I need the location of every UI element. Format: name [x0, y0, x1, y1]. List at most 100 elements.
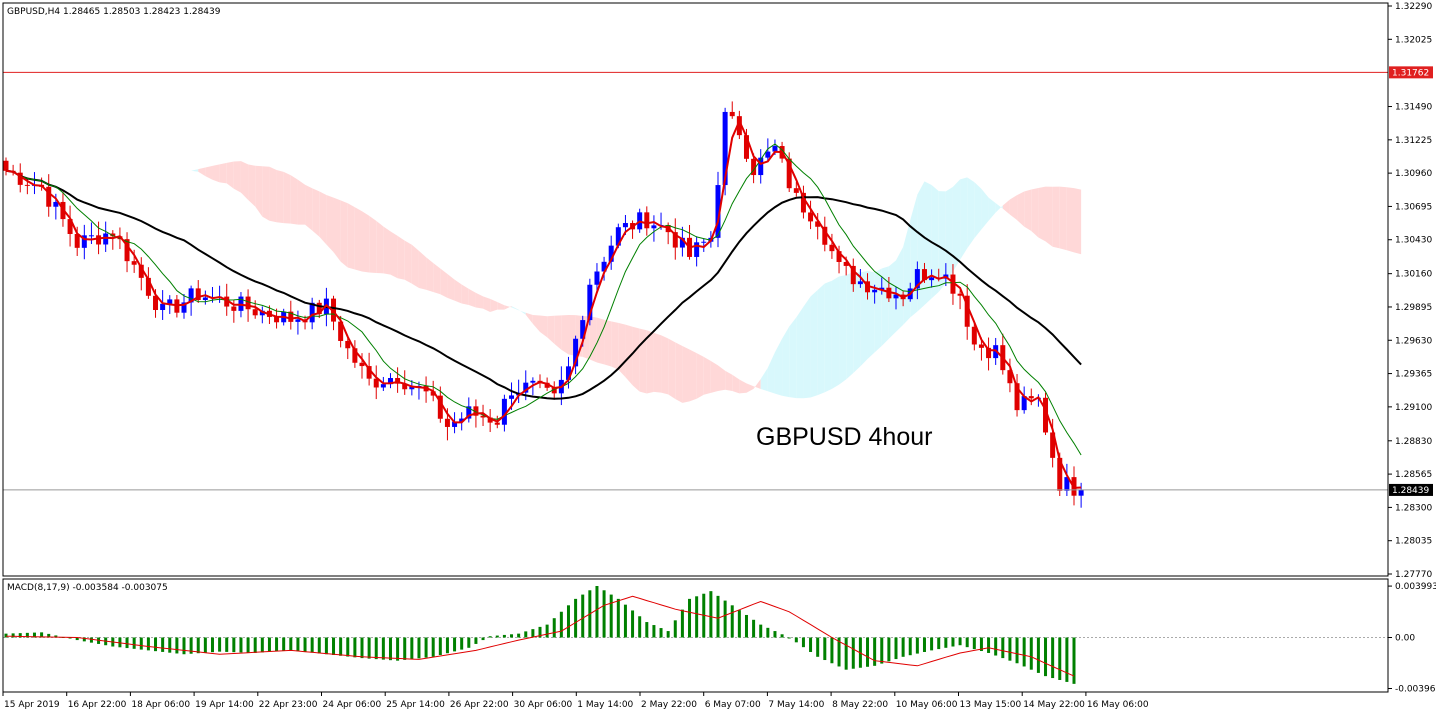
price-tick-label: 1.28035	[1395, 537, 1432, 547]
macd-bar	[602, 590, 606, 638]
cloud-segment	[653, 332, 662, 393]
macd-bar	[154, 637, 158, 652]
candle-body	[231, 306, 237, 311]
macd-bar	[1065, 637, 1069, 682]
time-tick-label: 16 May 06:00	[1087, 700, 1149, 710]
macd-bar	[1022, 637, 1026, 667]
macd-bar	[168, 637, 172, 653]
candle-body	[1028, 396, 1034, 399]
cloud-segment	[967, 177, 975, 249]
cloud-segment	[390, 231, 398, 279]
candle-body	[202, 297, 208, 301]
cloud-segment	[369, 215, 377, 273]
time-tick-label: 7 May 14:00	[768, 700, 824, 710]
macd-bar	[937, 637, 941, 650]
cloud-segment	[853, 272, 861, 373]
macd-bar	[609, 594, 613, 638]
cloud-segment	[682, 345, 690, 403]
candle-body	[252, 309, 258, 316]
macd-bar	[830, 637, 834, 664]
macd-bar	[730, 605, 734, 638]
macd-bar	[474, 637, 478, 644]
macd-bar	[339, 637, 343, 656]
macd-bar	[303, 637, 307, 652]
candle-body	[929, 277, 935, 281]
cloud-segment	[824, 280, 832, 393]
cloud-segment	[960, 177, 968, 260]
macd-bar	[766, 627, 770, 638]
candle-body	[160, 303, 166, 310]
macd-bar	[403, 637, 407, 660]
macd-bar	[559, 611, 563, 638]
candle-body	[131, 261, 137, 265]
cloud-segment	[411, 244, 419, 288]
macd-bar	[844, 637, 848, 670]
cloud-segment	[810, 289, 818, 398]
time-tick-label: 18 Apr 06:00	[131, 700, 190, 710]
macd-bar	[666, 631, 670, 638]
candle-body	[494, 422, 500, 425]
macd-bar	[139, 637, 143, 650]
time-tick-label: 13 May 15:00	[960, 700, 1022, 710]
macd-bar	[545, 624, 549, 638]
cloud-segment	[354, 207, 362, 272]
cloud-segment	[305, 184, 313, 231]
candle-body	[509, 395, 515, 399]
price-tick-label: 1.29630	[1395, 336, 1432, 346]
macd-bar	[994, 637, 998, 656]
macd-bar	[709, 591, 713, 638]
macd-bar	[716, 595, 720, 638]
cloud-segment	[618, 322, 626, 378]
candle-body	[644, 212, 650, 229]
macd-bar	[752, 619, 756, 638]
cloud-segment	[917, 181, 925, 312]
macd-bar	[1058, 637, 1062, 680]
macd-tick-label: -0.003962	[1395, 685, 1436, 695]
cloud-segment	[269, 166, 277, 223]
macd-bar	[232, 637, 236, 653]
macd-bar	[930, 637, 934, 651]
macd-bar	[623, 604, 627, 638]
cloud-segment	[290, 175, 298, 225]
current-tag-label: 1.28439	[1392, 486, 1429, 496]
macd-bar	[581, 594, 585, 638]
price-tick-label: 1.30960	[1395, 169, 1432, 179]
cloud-segment	[945, 186, 953, 284]
current-price-tag: 1.28439	[1389, 483, 1433, 496]
cloud-segment	[1024, 189, 1032, 231]
macd-bar	[645, 622, 649, 638]
macd-bar	[794, 637, 798, 643]
cloud-segment	[803, 296, 811, 399]
macd-tick-label: 0.003993	[1395, 582, 1436, 592]
macd-bar	[659, 628, 663, 638]
cloud-segment	[796, 306, 804, 399]
time-tick-label: 14 May 22:00	[1023, 700, 1085, 710]
candle-body	[3, 160, 9, 171]
cloud-segment	[611, 321, 619, 370]
cloud-segment	[710, 360, 718, 393]
macd-bar	[374, 637, 378, 660]
macd-bar	[396, 637, 400, 661]
cloud-segment	[632, 326, 640, 392]
candle-body	[857, 281, 863, 285]
macd-bar	[510, 634, 514, 638]
candle-body	[978, 344, 984, 348]
price-tick-label: 1.27770	[1395, 570, 1432, 580]
macd-bar	[460, 637, 464, 650]
cloud-segment	[846, 272, 854, 380]
cloud-segment	[262, 166, 270, 221]
macd-bar	[574, 598, 578, 638]
macd-bar	[566, 605, 570, 638]
cloud-segment	[397, 235, 405, 280]
macd-bar	[673, 620, 677, 638]
macd-bar	[866, 637, 870, 667]
time-tick-label: 6 May 07:00	[705, 700, 761, 710]
macd-bar	[210, 637, 214, 653]
macd-bar	[894, 637, 898, 660]
macd-bar	[218, 637, 222, 652]
cloud-segment	[326, 194, 334, 253]
macd-bar	[1008, 637, 1012, 661]
resistance-tag-label: 1.31762	[1392, 68, 1429, 78]
candle-body	[808, 212, 814, 222]
macd-bar	[89, 637, 93, 643]
